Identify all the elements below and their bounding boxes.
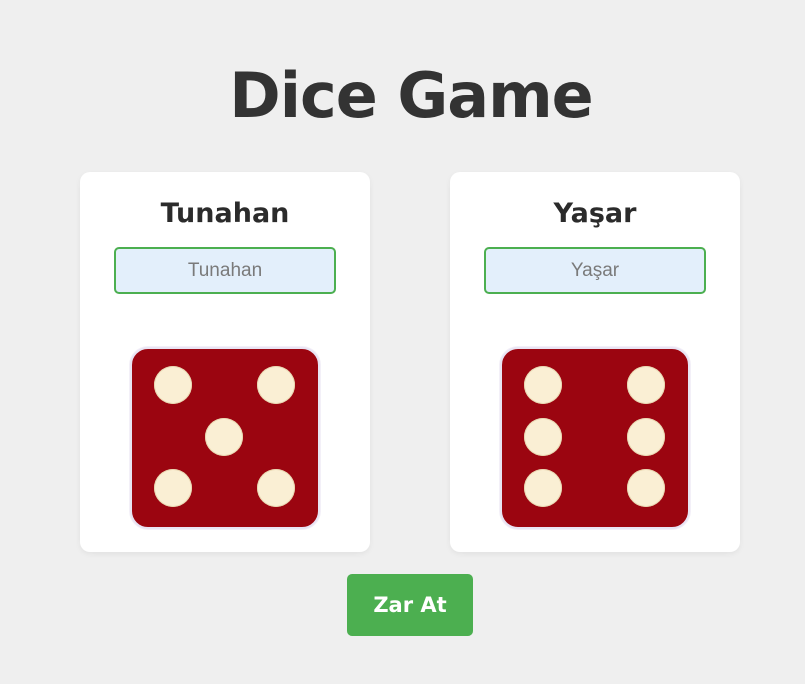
die-pip [154, 366, 192, 404]
die-pip [257, 366, 295, 404]
die-pip [154, 469, 192, 507]
die-pip [627, 418, 665, 456]
player-card-1: Tunahan [80, 172, 370, 552]
die-pip [627, 469, 665, 507]
die-pip [524, 418, 562, 456]
player-card-2: Yaşar [450, 172, 740, 552]
page: Dice Game Tunahan Yaşar Zar At [0, 0, 805, 684]
die-pip [627, 366, 665, 404]
die-pip [257, 469, 295, 507]
player-1-die [130, 347, 320, 529]
player-2-die [500, 347, 690, 529]
player-2-name: Yaşar [553, 198, 637, 229]
player-2-name-input[interactable] [484, 247, 706, 294]
die-pip [524, 366, 562, 404]
die-pip [524, 469, 562, 507]
player-1-name: Tunahan [160, 198, 290, 229]
die-pip [205, 418, 243, 456]
roll-dice-button[interactable]: Zar At [347, 574, 473, 636]
player-1-name-input[interactable] [114, 247, 336, 294]
page-title: Dice Game [229, 59, 593, 132]
